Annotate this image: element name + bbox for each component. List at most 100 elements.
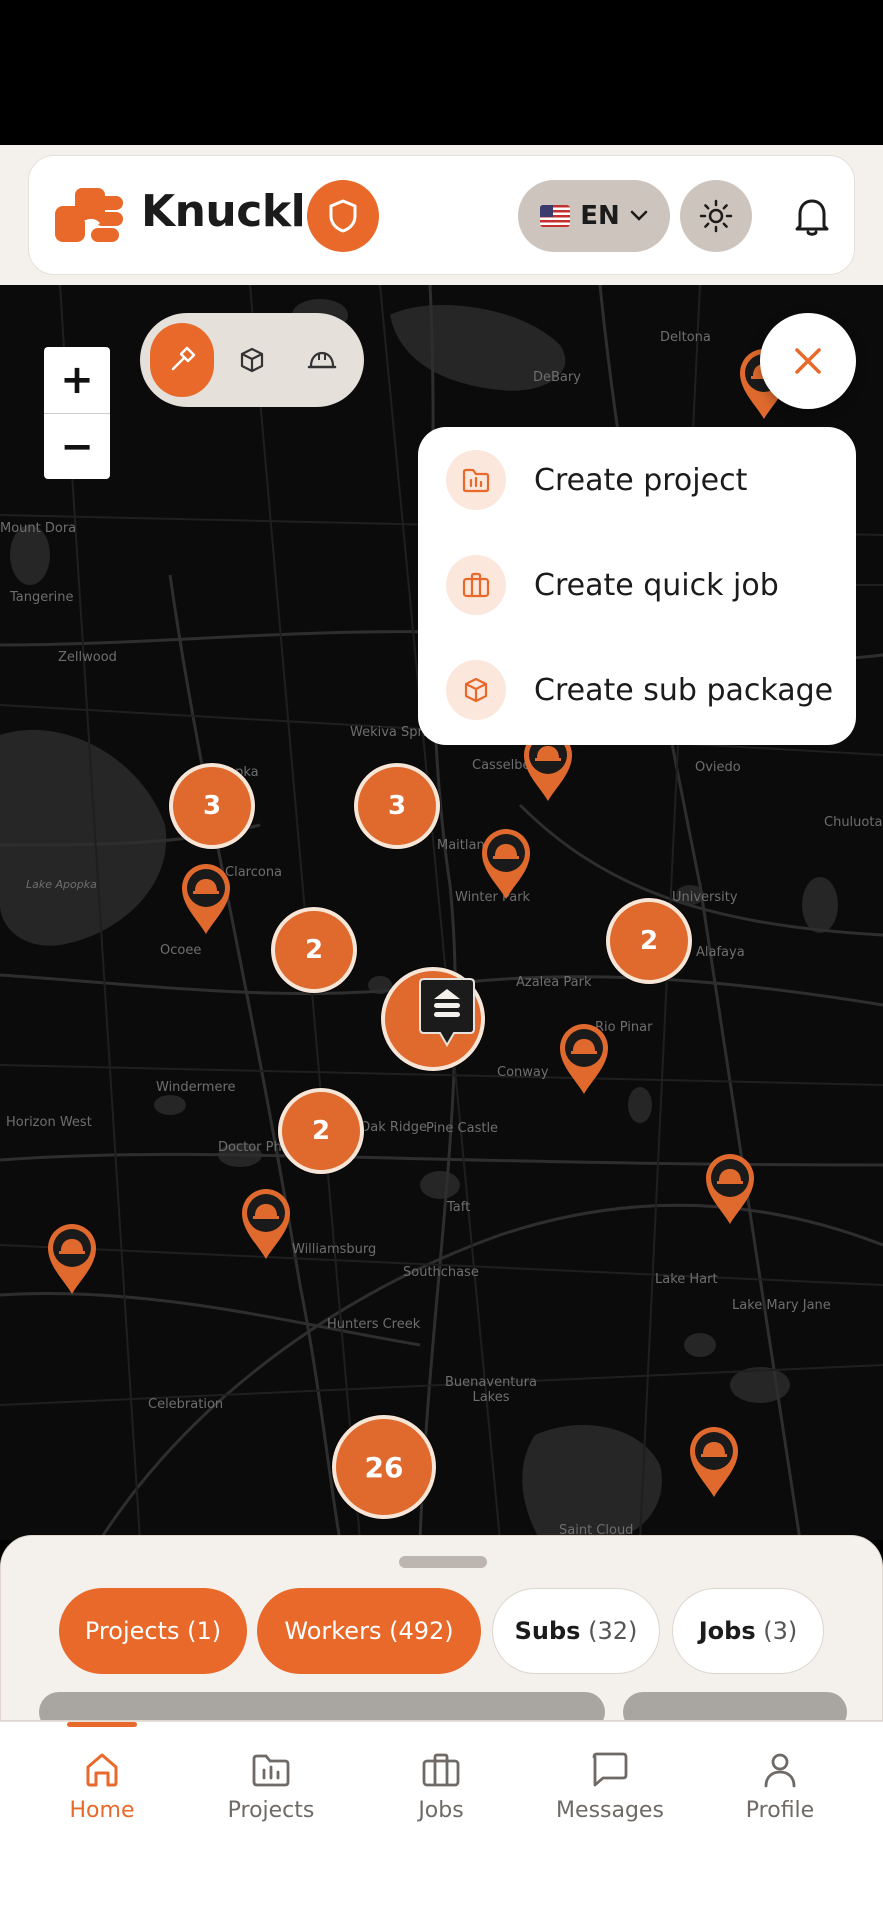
nav-label: Jobs: [418, 1798, 464, 1823]
place-label: Celebration: [148, 1397, 224, 1412]
close-icon: [795, 348, 821, 374]
mode-workers-button[interactable]: [290, 323, 354, 397]
project-marker-icon[interactable]: [416, 975, 478, 1051]
sun-icon: [699, 199, 733, 233]
place-label: Pine Castle: [426, 1121, 499, 1136]
hammer-icon: [171, 346, 196, 371]
nav-label: Profile: [745, 1798, 815, 1823]
nav-label: Projects: [227, 1798, 315, 1823]
notifications-button[interactable]: [776, 180, 848, 252]
place-label: Tangerine: [10, 590, 74, 605]
status-bar: [0, 0, 883, 145]
worker-pin-icon[interactable]: [702, 1150, 758, 1226]
nav-active-indicator: [67, 1722, 137, 1727]
create-project-item[interactable]: Create project: [446, 447, 747, 513]
home-icon: [86, 1753, 118, 1787]
worker-pin-icon[interactable]: [686, 1423, 742, 1499]
place-label: Deltona: [660, 330, 711, 345]
map-cluster[interactable]: 2: [606, 898, 692, 984]
app-name: Knuckl: [141, 186, 306, 237]
filter-chip-jobs[interactable]: Jobs (3): [672, 1588, 824, 1674]
place-label: Lake Apopka: [26, 878, 97, 891]
filter-chip-projects[interactable]: Projects (1): [59, 1588, 247, 1674]
worker-pin-icon[interactable]: [178, 860, 234, 936]
place-label: Buenaventura Lakes: [445, 1375, 537, 1405]
place-label: Lake Mary Jane: [732, 1298, 831, 1313]
place-label: Conway: [497, 1065, 549, 1080]
package-icon: [464, 677, 488, 703]
create-quick-job-label: Create quick job: [534, 567, 779, 603]
place-label: Hunters Creek: [327, 1317, 421, 1332]
place-label: Mount Dora: [0, 521, 77, 536]
place-label: Taft: [447, 1200, 471, 1215]
map-cluster[interactable]: 3: [354, 763, 440, 849]
nav-profile[interactable]: Profile: [710, 1750, 850, 1823]
place-label: Chuluota: [824, 815, 883, 830]
result-card-peek[interactable]: [623, 1692, 847, 1720]
chip-count: (32): [588, 1617, 638, 1645]
result-card-peek[interactable]: [39, 1692, 605, 1720]
nav-label: Messages: [556, 1798, 664, 1823]
zoom-out-button[interactable]: −: [44, 413, 110, 479]
person-icon: [764, 1753, 796, 1788]
create-quick-job-item[interactable]: Create quick job: [446, 552, 779, 618]
nav-messages[interactable]: Messages: [540, 1750, 680, 1823]
projects-icon: [252, 1754, 290, 1787]
zoom-in-button[interactable]: +: [44, 347, 110, 413]
create-menu: Create project Create quick job Create s…: [418, 427, 856, 745]
results-sheet: Projects (1) Workers (492) Subs (32) Job…: [0, 1535, 883, 1721]
create-project-label: Create project: [534, 462, 748, 498]
mode-subs-button[interactable]: [220, 323, 284, 397]
chip-label: Jobs: [698, 1617, 756, 1645]
map-cluster[interactable]: 26: [332, 1415, 436, 1519]
place-label: Lake Hart: [655, 1272, 718, 1287]
place-label: Zellwood: [58, 650, 117, 665]
close-menu-button[interactable]: [760, 313, 856, 409]
worker-pin-icon[interactable]: [556, 1020, 612, 1096]
place-label: Windermere: [156, 1080, 236, 1095]
create-sub-package-label: Create sub package: [534, 672, 834, 708]
chip-count: (3): [763, 1617, 798, 1645]
worker-pin-icon[interactable]: [44, 1220, 100, 1296]
place-label: Southchase: [403, 1265, 479, 1280]
nav-projects[interactable]: Projects: [201, 1750, 341, 1823]
chat-icon: [592, 1752, 628, 1787]
folder-icon: [462, 468, 490, 493]
language-code: EN: [580, 201, 620, 231]
hardhat-icon: [307, 351, 337, 369]
map-cluster[interactable]: 3: [169, 763, 255, 849]
place-label: Oviedo: [695, 760, 741, 775]
nav-jobs[interactable]: Jobs: [371, 1750, 511, 1823]
place-label: Alafaya: [696, 945, 745, 960]
package-icon: [240, 347, 264, 373]
header-card: Knuckl EN: [28, 155, 855, 275]
map-cluster[interactable]: 2: [271, 907, 357, 993]
filter-chip-subs[interactable]: Subs (32): [492, 1588, 660, 1674]
place-label: Azalea Park: [516, 975, 592, 990]
place-label: Oak Ridge: [360, 1120, 428, 1135]
place-label: Ocoee: [160, 943, 202, 958]
theme-toggle-button[interactable]: [680, 180, 752, 252]
place-label: Williamsburg: [292, 1242, 377, 1257]
place-label: Horizon West: [6, 1115, 92, 1130]
language-selector[interactable]: EN: [518, 180, 670, 252]
place-label: DeBary: [533, 370, 581, 385]
bottom-navigation: Home Projects Jobs Messages Profile: [0, 1721, 883, 1920]
mode-projects-button[interactable]: [150, 323, 214, 397]
knuckl-logo-icon[interactable]: [55, 184, 127, 246]
shield-icon: [329, 199, 357, 233]
worker-pin-icon[interactable]: [478, 825, 534, 901]
nav-home[interactable]: Home: [32, 1750, 172, 1823]
worker-pin-icon[interactable]: [238, 1185, 294, 1261]
create-sub-package-item[interactable]: Create sub package: [446, 657, 833, 723]
sheet-drag-handle[interactable]: [399, 1556, 487, 1568]
map-cluster[interactable]: 2: [278, 1088, 364, 1174]
map-mode-toggle: [140, 313, 364, 407]
bell-icon: [795, 199, 829, 236]
filter-chip-workers[interactable]: Workers (492): [257, 1588, 481, 1674]
map-view[interactable]: Deltona DeBary Mount Dora Tangerine Zell…: [0, 285, 883, 1540]
nav-label: Home: [69, 1798, 135, 1823]
chevron-down-icon: [630, 210, 648, 221]
admin-shield-button[interactable]: [307, 180, 379, 252]
place-label: University: [672, 890, 738, 905]
